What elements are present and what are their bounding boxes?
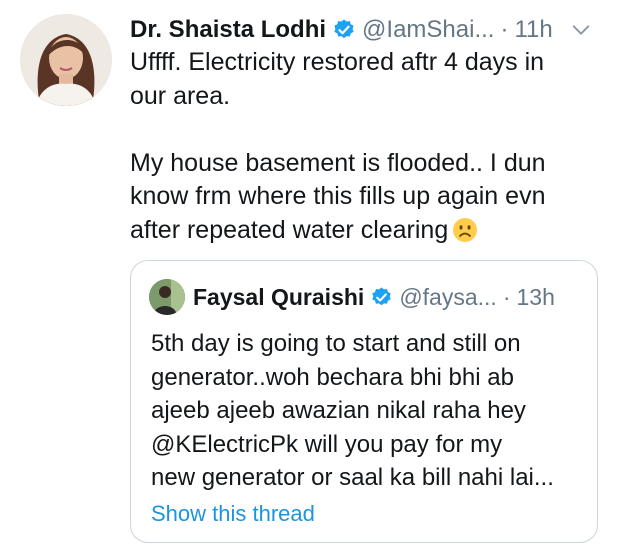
quoted-tweet-header: Faysal Quraishi @faysa... · 13h	[193, 279, 579, 315]
separator-dot: ·	[502, 283, 511, 310]
quoted-text-line: ajeeb ajeeb awazian nikal raha hey	[151, 397, 526, 424]
tweet-text-line: know frm where this fills up again evn	[130, 182, 546, 210]
quoted-text-line: @KElectricPk will you pay for my	[151, 430, 503, 458]
tweet-timestamp[interactable]: 11h	[514, 16, 552, 44]
quoted-text-line: generator..woh bechara bhi bhi ab	[151, 363, 514, 391]
chevron-down-icon[interactable]	[570, 19, 592, 41]
quoted-tweet-timestamp[interactable]: 13h	[516, 284, 554, 311]
tweet-text-line-with-emoji: after repeated water clearing	[130, 214, 600, 248]
tweet[interactable]: Dr. Shaista Lodhi @IamShai... · 11h Ufff…	[0, 0, 620, 549]
verified-badge-icon	[334, 19, 354, 39]
quoted-text-line: 5th day is going to start and still on	[151, 330, 521, 357]
author-avatar[interactable]	[20, 14, 112, 106]
verified-badge-icon	[372, 286, 392, 305]
tweet-text-line: Uffff. Electricity restored aftr 4 days …	[130, 48, 545, 76]
quoted-tweet-body: 5th day is going to start and still on g…	[151, 327, 589, 495]
quoted-author-avatar[interactable]	[149, 279, 185, 315]
quoted-tweet[interactable]: Faysal Quraishi @faysa... · 13h 5th day …	[130, 260, 598, 543]
tweet-header: Dr. Shaista Lodhi @IamShai... · 11h	[130, 12, 600, 48]
author-handle[interactable]: @IamShai...	[362, 16, 494, 44]
quoted-author-handle[interactable]: @faysa...	[399, 284, 497, 311]
tweet-body: Uffff. Electricity restored aftr 4 days …	[130, 46, 600, 247]
quoted-text-line: new generator or saal ka bill nahi lai..…	[151, 464, 554, 491]
tweet-text-line: after repeated water clearing	[130, 215, 449, 244]
quoted-author-name[interactable]: Faysal Quraishi	[193, 284, 364, 311]
show-thread-link[interactable]: Show this thread	[151, 501, 315, 527]
author-name[interactable]: Dr. Shaista Lodhi	[130, 16, 326, 44]
tweet-text-line: our area.	[130, 81, 231, 110]
separator-dot: ·	[500, 16, 509, 43]
tweet-text-line: My house basement is flooded.. I dun	[130, 148, 546, 177]
frowning-face-emoji-icon	[453, 217, 478, 242]
